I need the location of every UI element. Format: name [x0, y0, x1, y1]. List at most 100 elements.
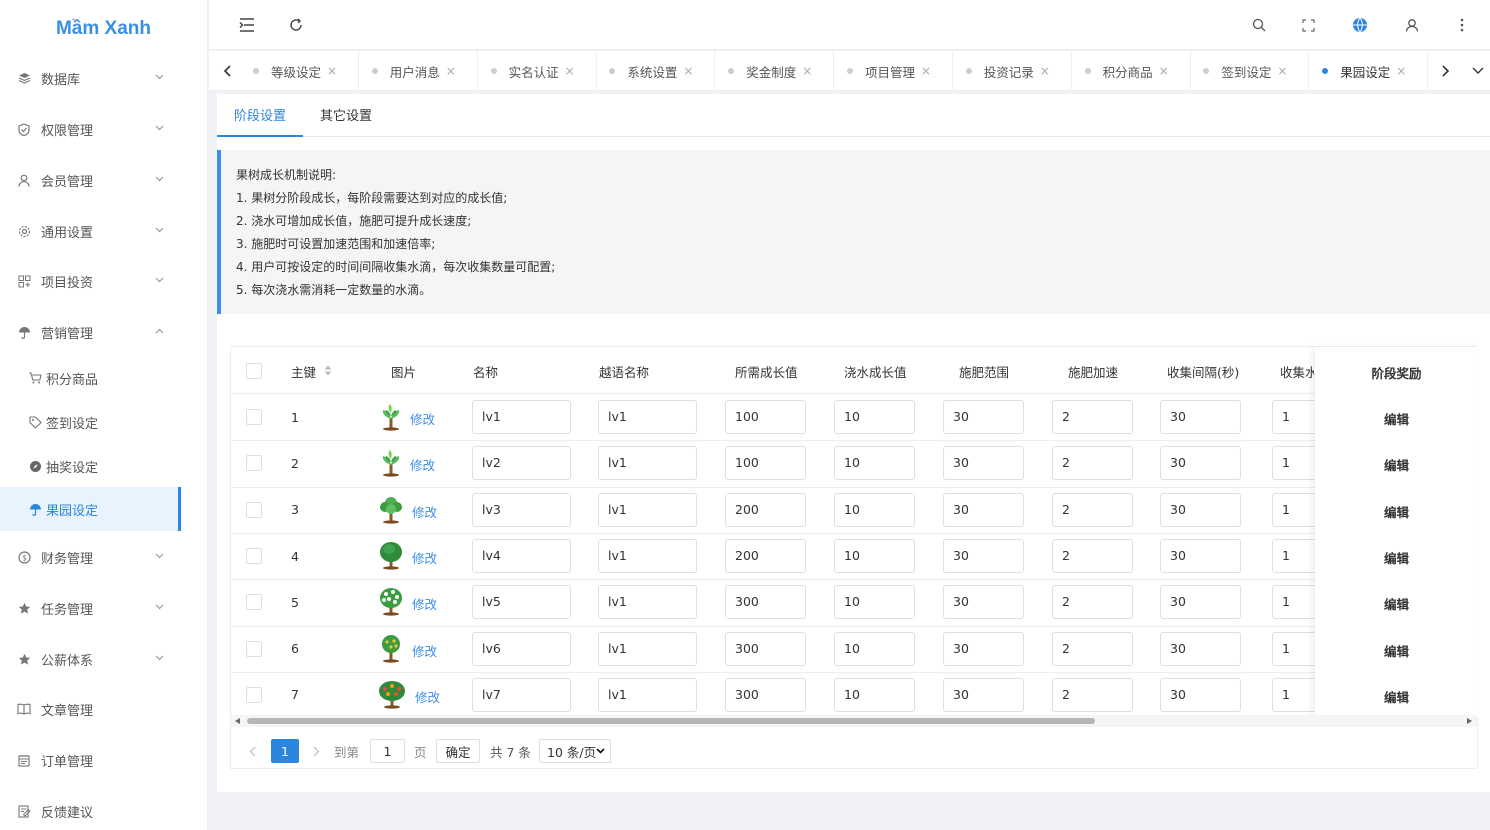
collect-interval-input[interactable]: 30 [1160, 539, 1241, 574]
water-growth-input[interactable]: 10 [834, 492, 915, 527]
collect-interval-input[interactable]: 30 [1160, 631, 1241, 666]
row-checkbox[interactable] [246, 501, 262, 518]
water-growth-input[interactable]: 10 [834, 446, 915, 481]
vn-name-input[interactable]: lv1 [598, 400, 697, 435]
growth-needed-input[interactable]: 200 [725, 539, 806, 574]
collect-interval-input[interactable]: 30 [1160, 492, 1241, 527]
tab[interactable]: 用户消息 × [360, 51, 478, 91]
name-input[interactable]: lv6 [472, 631, 571, 666]
row-checkbox[interactable] [246, 640, 262, 657]
vn-name-input[interactable]: lv1 [598, 585, 697, 620]
water-growth-input[interactable]: 10 [834, 631, 915, 666]
sidebar-item[interactable]: 权限管理 [0, 107, 208, 151]
growth-needed-input[interactable]: 100 [725, 446, 806, 481]
fert-range-input[interactable]: 30 [943, 585, 1024, 620]
tab-close-icon[interactable]: × [1159, 64, 1169, 78]
user-icon[interactable] [1402, 15, 1422, 35]
fert-range-input[interactable]: 30 [943, 400, 1024, 435]
fullscreen-icon[interactable] [1298, 15, 1318, 35]
tab[interactable]: 实名认证 × [479, 51, 597, 91]
vn-name-input[interactable]: lv1 [598, 539, 697, 574]
tabs-scroll-right-icon[interactable] [1430, 51, 1462, 91]
edit-reward-button[interactable]: 编辑 [1315, 455, 1478, 474]
tab-close-icon[interactable]: × [921, 64, 931, 78]
collect-interval-input[interactable]: 30 [1160, 585, 1241, 620]
modify-image-link[interactable]: 修改 [412, 502, 437, 521]
fert-speed-input[interactable]: 2 [1052, 585, 1133, 620]
tab[interactable]: 等级设定 × [241, 51, 359, 91]
fert-range-input[interactable]: 30 [943, 446, 1024, 481]
sidebar-item[interactable]: 营销管理 [0, 310, 208, 354]
sidebar-item[interactable]: 公薪体系 [0, 637, 208, 681]
tab-close-icon[interactable]: × [327, 64, 337, 78]
row-checkbox[interactable] [246, 409, 262, 426]
tabs-dropdown-icon[interactable] [1466, 51, 1490, 91]
edit-reward-button[interactable]: 编辑 [1315, 641, 1478, 660]
sidebar-item[interactable]: 任务管理 [0, 586, 208, 630]
tab[interactable]: 奖金制度 × [716, 51, 835, 91]
sidebar-subitem[interactable]: 签到设定 [0, 400, 181, 444]
collect-interval-input[interactable]: 30 [1160, 446, 1241, 481]
row-checkbox[interactable] [246, 548, 262, 565]
tab[interactable]: 积分商品 × [1073, 51, 1191, 91]
goto-page-input[interactable]: 1 [370, 739, 405, 763]
water-growth-input[interactable]: 10 [834, 585, 915, 620]
next-page-icon[interactable] [313, 739, 320, 763]
edit-reward-button[interactable]: 编辑 [1315, 409, 1478, 428]
sidebar-item[interactable]: 会员管理 [0, 158, 208, 202]
tab[interactable]: 签到设定 × [1191, 51, 1310, 91]
name-input[interactable]: lv1 [472, 400, 571, 435]
fert-range-input[interactable]: 30 [943, 677, 1024, 712]
fert-speed-input[interactable]: 2 [1052, 492, 1133, 527]
fert-speed-input[interactable]: 2 [1052, 539, 1133, 574]
horizontal-scrollbar[interactable] [231, 715, 1477, 727]
fert-range-input[interactable]: 30 [943, 492, 1024, 527]
search-icon[interactable] [1249, 15, 1269, 35]
tab-close-icon[interactable]: × [565, 64, 575, 78]
water-growth-input[interactable]: 10 [834, 539, 915, 574]
prev-page-icon[interactable] [249, 739, 256, 763]
modify-image-link[interactable]: 修改 [412, 594, 437, 613]
globe-icon[interactable] [1350, 15, 1370, 35]
sidebar-item[interactable]: 项目投资 [0, 259, 208, 303]
tab-close-icon[interactable]: × [1040, 64, 1050, 78]
tab[interactable]: 项目管理 × [835, 51, 953, 91]
subtab-stage-settings[interactable]: 阶段设置 [217, 94, 303, 137]
row-checkbox[interactable] [246, 686, 262, 703]
vn-name-input[interactable]: lv1 [598, 677, 697, 712]
modify-image-link[interactable]: 修改 [412, 548, 437, 567]
growth-needed-input[interactable]: 200 [725, 492, 806, 527]
collect-interval-input[interactable]: 30 [1160, 400, 1241, 435]
growth-needed-input[interactable]: 300 [725, 585, 806, 620]
scrollbar-thumb[interactable] [247, 718, 1095, 724]
sidebar-item[interactable]: 文章管理 [0, 687, 208, 731]
refresh-icon[interactable] [286, 15, 306, 35]
vn-name-input[interactable]: lv1 [598, 631, 697, 666]
sidebar-item[interactable]: 订单管理 [0, 738, 208, 782]
goto-confirm-button[interactable]: 确定 [436, 739, 480, 763]
sidebar-item[interactable]: 数据库 [0, 56, 208, 100]
growth-needed-input[interactable]: 300 [725, 677, 806, 712]
more-vertical-icon[interactable] [1452, 15, 1472, 35]
fert-range-input[interactable]: 30 [943, 631, 1024, 666]
tab-close-icon[interactable]: × [683, 64, 693, 78]
fert-speed-input[interactable]: 2 [1052, 677, 1133, 712]
name-input[interactable]: lv2 [472, 446, 571, 481]
tab-close-icon[interactable]: × [1277, 64, 1287, 78]
modify-image-link[interactable]: 修改 [410, 455, 435, 474]
water-growth-input[interactable]: 10 [834, 400, 915, 435]
sidebar-item[interactable]: 通用设置 [0, 209, 208, 253]
sidebar-subitem[interactable]: 积分商品 [0, 356, 181, 400]
growth-needed-input[interactable]: 100 [725, 400, 806, 435]
name-input[interactable]: lv5 [472, 585, 571, 620]
tab[interactable]: 投资记录 × [954, 51, 1072, 91]
tab[interactable]: 果园设定 × [1310, 51, 1429, 91]
tab[interactable]: 系统设置 × [597, 51, 716, 91]
tab-close-icon[interactable]: × [802, 64, 812, 78]
name-input[interactable]: lv7 [472, 677, 571, 712]
sidebar-subitem[interactable]: 果园设定 [0, 487, 181, 531]
name-input[interactable]: lv4 [472, 539, 571, 574]
modify-image-link[interactable]: 修改 [412, 641, 437, 660]
sort-icon[interactable] [324, 364, 332, 379]
vn-name-input[interactable]: lv1 [598, 446, 697, 481]
